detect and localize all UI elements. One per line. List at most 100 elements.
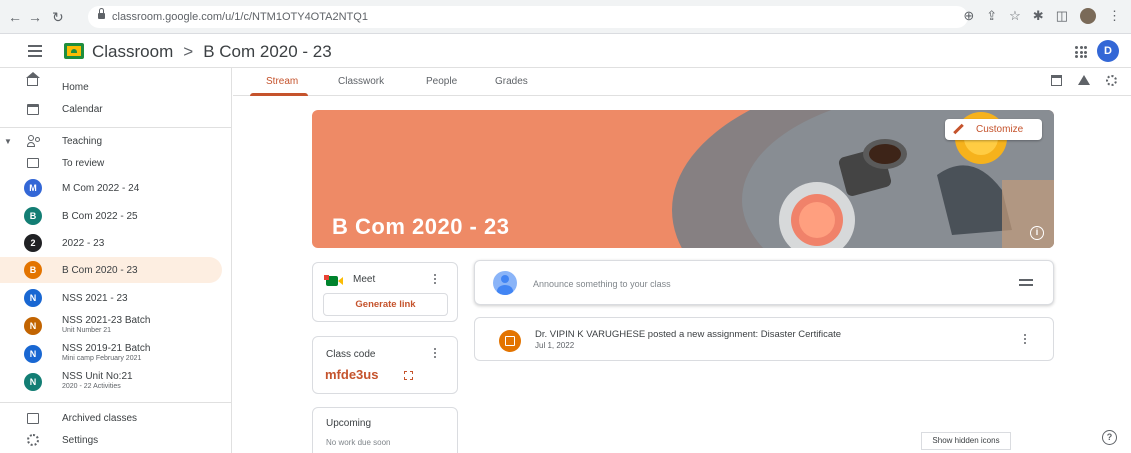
class-settings-icon[interactable] bbox=[1106, 75, 1117, 86]
announce-placeholder[interactable]: Announce something to your class bbox=[533, 279, 671, 289]
back-icon[interactable]: ← bbox=[8, 9, 22, 25]
google-apps-icon[interactable] bbox=[1075, 46, 1087, 58]
reload-icon[interactable]: ↻ bbox=[52, 9, 64, 26]
class-subtitle: 2020 - 22 Activities bbox=[62, 383, 121, 390]
announce-card[interactable]: Announce something to your class bbox=[474, 260, 1054, 305]
sidebar-item-label: Home bbox=[62, 81, 89, 93]
sidebar-item-class[interactable]: B B Com 2022 - 25 bbox=[0, 203, 222, 229]
active-tab-indicator bbox=[250, 93, 308, 96]
upcoming-card: Upcoming No work due soon bbox=[312, 407, 458, 453]
tab-classwork[interactable]: Classwork bbox=[338, 76, 384, 87]
assignment-icon bbox=[499, 330, 521, 352]
class-subtitle: Unit Number 21 bbox=[62, 327, 112, 334]
tab-stream[interactable]: Stream bbox=[266, 76, 298, 87]
sidebar-item-class-active[interactable]: B B Com 2020 - 23 bbox=[0, 257, 222, 283]
class-tabs: Stream Classwork People Grades bbox=[233, 68, 1131, 96]
class-name: B Com 2020 - 23 bbox=[203, 42, 332, 61]
upcoming-empty-text: No work due soon bbox=[326, 438, 391, 447]
sidebar-item-calendar[interactable]: Calendar bbox=[0, 96, 222, 122]
repost-icon[interactable] bbox=[1019, 276, 1033, 288]
forward-icon[interactable]: → bbox=[28, 9, 42, 25]
sidebar: Home Calendar ▼ Teaching To review M M C… bbox=[0, 68, 232, 453]
tab-people[interactable]: People bbox=[426, 76, 457, 87]
sidebar-item-class[interactable]: N NSS Unit No:21 2020 - 22 Activities bbox=[0, 369, 222, 395]
class-label: 2022 - 23 bbox=[62, 237, 105, 249]
pencil-icon bbox=[953, 123, 964, 135]
google-calendar-icon[interactable] bbox=[1051, 75, 1062, 86]
sidebar-item-settings[interactable]: Settings bbox=[0, 427, 222, 453]
class-code-card: Class code mfde3us bbox=[312, 336, 458, 394]
extensions-icon[interactable]: ✱ bbox=[1033, 8, 1044, 24]
class-avatar: N bbox=[24, 289, 42, 307]
breadcrumb-separator: > bbox=[183, 42, 194, 61]
url-text[interactable]: classroom.google.com/u/1/c/NTM1OTY4OTA2N… bbox=[112, 11, 368, 23]
sidebar-item-label: Calendar bbox=[62, 103, 103, 115]
main-menu-icon[interactable] bbox=[28, 45, 42, 57]
customize-button[interactable]: Customize bbox=[945, 119, 1042, 140]
people-icon bbox=[27, 135, 41, 147]
tab-actions bbox=[1051, 75, 1117, 86]
lock-icon bbox=[98, 8, 105, 19]
user-avatar[interactable]: D bbox=[1097, 40, 1119, 62]
meet-title: Meet bbox=[353, 274, 376, 285]
classroom-logo-icon[interactable] bbox=[64, 43, 84, 59]
archive-icon bbox=[27, 412, 39, 424]
class-avatar: M bbox=[24, 179, 42, 197]
class-avatar: 2 bbox=[24, 234, 42, 252]
class-banner: B Com 2020 - 23 Customize i bbox=[312, 110, 1054, 248]
more-options-icon[interactable] bbox=[1024, 334, 1027, 345]
share-icon[interactable]: ⇪ bbox=[986, 8, 997, 24]
profile-avatar[interactable] bbox=[1080, 8, 1096, 24]
settings-gear-icon bbox=[27, 434, 39, 446]
tab-grades[interactable]: Grades bbox=[495, 76, 528, 87]
sidebar-item-class[interactable]: M M Com 2022 - 24 bbox=[0, 175, 222, 201]
sidebar-item-class[interactable]: 2 2022 - 23 bbox=[0, 230, 222, 256]
fullscreen-icon[interactable] bbox=[404, 371, 413, 380]
app-header: Classroom > B Com 2020 - 23 D bbox=[0, 34, 1131, 68]
class-avatar: N bbox=[24, 345, 42, 363]
caret-down-icon[interactable]: ▼ bbox=[4, 137, 12, 146]
more-options-icon[interactable] bbox=[434, 274, 437, 285]
post-date: Jul 1, 2022 bbox=[535, 341, 575, 350]
calendar-icon bbox=[27, 103, 39, 115]
class-code-value: mfde3us bbox=[325, 367, 379, 382]
help-icon[interactable]: ? bbox=[1102, 430, 1117, 445]
class-label: NSS 2021 - 23 bbox=[62, 292, 128, 304]
browser-toolbar: ← → ↻ classroom.google.com/u/1/c/NTM1OTY… bbox=[0, 0, 1131, 34]
install-icon[interactable]: ⊕ bbox=[963, 8, 974, 24]
sidebar-item-class[interactable]: N NSS 2021-23 Batch Unit Number 21 bbox=[0, 313, 222, 339]
class-avatar: N bbox=[24, 317, 42, 335]
class-avatar: B bbox=[24, 207, 42, 225]
show-hidden-icons-tooltip: Show hidden icons bbox=[921, 432, 1011, 450]
class-label: NSS Unit No:21 bbox=[62, 371, 133, 382]
sidepanel-icon[interactable]: ◫ bbox=[1056, 8, 1068, 24]
class-subtitle: Mini camp February 2021 bbox=[62, 355, 142, 362]
breadcrumb: Classroom > B Com 2020 - 23 bbox=[92, 42, 332, 62]
sidebar-item-to-review[interactable]: To review bbox=[0, 150, 222, 176]
customize-label: Customize bbox=[976, 124, 1024, 135]
app-name[interactable]: Classroom bbox=[92, 42, 173, 61]
class-label: B Com 2020 - 23 bbox=[62, 264, 138, 276]
sidebar-divider bbox=[0, 402, 232, 403]
sidebar-item-label: Teaching bbox=[62, 135, 103, 147]
meet-icon bbox=[324, 275, 343, 286]
chrome-menu-icon[interactable]: ⋮ bbox=[1108, 8, 1121, 24]
banner-title: B Com 2020 - 23 bbox=[332, 214, 510, 239]
meet-card: Meet Generate link bbox=[312, 262, 458, 322]
stream-post[interactable]: Dr. VIPIN K VARUGHESE posted a new assig… bbox=[474, 317, 1054, 361]
bookmark-star-icon[interactable]: ☆ bbox=[1009, 8, 1021, 24]
sidebar-item-class[interactable]: N NSS 2021 - 23 bbox=[0, 285, 222, 311]
class-label: NSS 2021-23 Batch bbox=[62, 315, 151, 326]
drive-folder-icon[interactable] bbox=[1078, 75, 1090, 85]
to-review-icon bbox=[27, 158, 39, 168]
browser-actions: ⊕ ⇪ ☆ ✱ ◫ ⋮ bbox=[963, 8, 1121, 24]
post-title[interactable]: Dr. VIPIN K VARUGHESE posted a new assig… bbox=[535, 329, 841, 340]
sidebar-item-class[interactable]: N NSS 2019-21 Batch Mini camp February 2… bbox=[0, 341, 222, 367]
address-bar[interactable]: classroom.google.com/u/1/c/NTM1OTY4OTA2N… bbox=[88, 6, 968, 28]
more-options-icon[interactable] bbox=[434, 348, 437, 359]
generate-link-button[interactable]: Generate link bbox=[323, 293, 448, 316]
class-avatar: N bbox=[24, 373, 42, 391]
class-label: M Com 2022 - 24 bbox=[62, 182, 140, 194]
info-icon[interactable]: i bbox=[1030, 226, 1044, 240]
sidebar-item-label: Archived classes bbox=[62, 412, 138, 424]
